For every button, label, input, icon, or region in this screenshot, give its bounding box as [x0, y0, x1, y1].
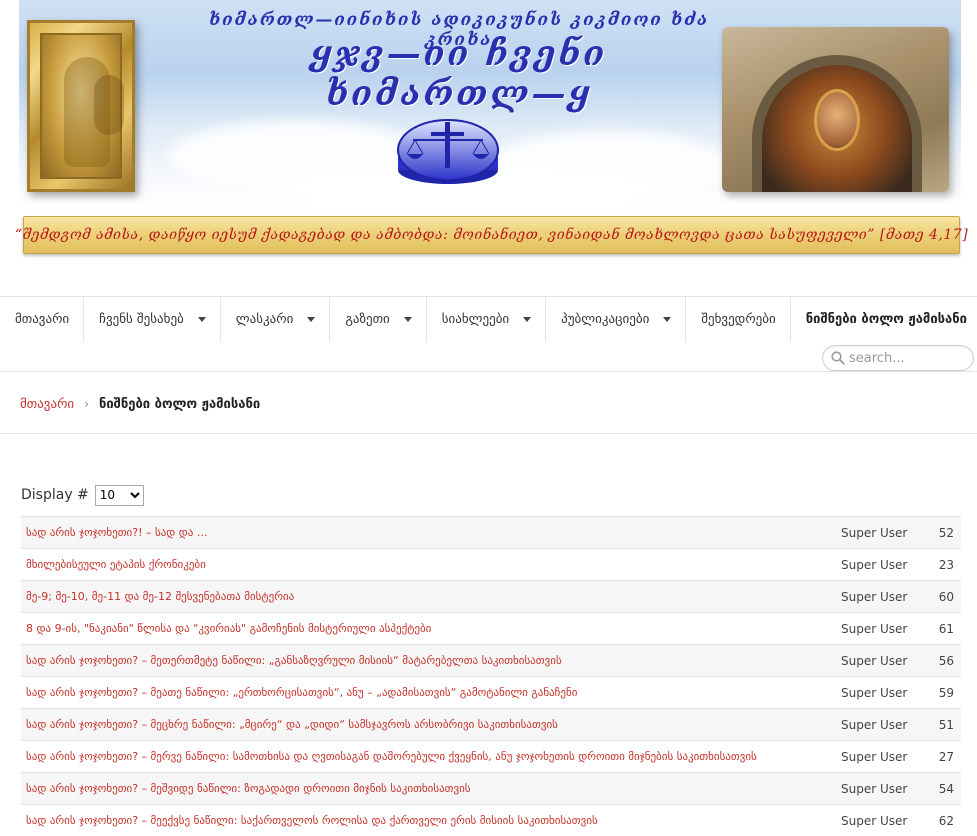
article-author: Super User: [841, 525, 908, 540]
display-count-control: Display # 10: [21, 484, 144, 506]
nav-menu: მთავარი ჩვენს შესახებ ლასკარი გაზეთი სია…: [0, 297, 977, 342]
article-title-link[interactable]: მხილებისეული ეტაპის ქრონიკები: [21, 558, 841, 571]
banner-title: ყჯვ—იი ჩვენი ხიმართლ—ყ: [239, 34, 679, 114]
article-title-link[interactable]: სად არის ჯოჯოხეთი?! – სად და ...: [21, 526, 841, 539]
nav-item-newspaper[interactable]: გაზეთი: [330, 297, 427, 342]
display-count-select[interactable]: 10: [94, 484, 144, 506]
nav-item-meetings[interactable]: შეხვედრები: [686, 297, 791, 342]
caret-down-icon: [197, 317, 206, 322]
nav-item-news[interactable]: სიახლეები: [427, 297, 547, 342]
article-hits: 52: [938, 525, 954, 540]
article-hits: 51: [938, 717, 954, 732]
nav-item-label: პუბლიკაციები: [561, 312, 650, 327]
search-input[interactable]: [849, 350, 959, 366]
list-item: სად არის ჯოჯოხეთი? – მეათე ნაწილი: „ერთხ…: [21, 676, 961, 708]
article-title-link[interactable]: სად არის ჯოჯოხეთი? – მერვე ნაწილი: სამოთ…: [21, 750, 841, 763]
article-hits: 54: [938, 781, 954, 796]
breadcrumb: მთავარი › ნიშნები ბოლო ჟამისანი: [20, 394, 260, 414]
caret-down-icon: [307, 317, 316, 322]
article-author: Super User: [841, 557, 908, 572]
display-count-label: Display #: [21, 487, 89, 503]
article-title-link[interactable]: მე-9; მე-10, მე-11 და მე-12 შესვენებათა …: [21, 590, 841, 603]
article-hits: 59: [938, 685, 954, 700]
caret-down-icon: [663, 317, 672, 322]
article-title-link[interactable]: სად არის ჯოჯოხეთი? – მეათე ნაწილი: „ერთხ…: [21, 686, 841, 699]
breadcrumb-current: ნიშნები ბოლო ჟამისანი: [98, 396, 261, 412]
scales-cross-emblem-icon: [397, 119, 499, 184]
scripture-quote-banner: “შემდგომ ამისა, დაიწყო იესუმ ქადაგებად დ…: [15, 216, 968, 254]
list-item: მხილებისეული ეტაპის ქრონიკები Super User…: [21, 548, 961, 580]
chevron-right-icon: ›: [84, 397, 89, 411]
article-author: Super User: [841, 813, 908, 828]
breadcrumb-home-link[interactable]: მთავარი: [20, 397, 74, 412]
nav-item-label: ჩვენს შესახებ: [99, 312, 184, 327]
article-author: Super User: [841, 653, 908, 668]
nav-item-label: ლასკარი: [235, 312, 294, 327]
christ-fresco-image: [722, 27, 949, 192]
nav-item-label: გაზეთი: [345, 312, 390, 327]
scripture-quote-text: “შემდგომ ამისა, დაიწყო იესუმ ქადაგებად დ…: [14, 227, 969, 243]
nav-item-label: შეხვედრები: [701, 312, 776, 327]
site-banner[interactable]: ხიმართლ—იინიხის ადიკიკუნის კიკმიოი ხძა კ…: [19, 0, 961, 207]
list-item: სად არის ჯოჯოხეთი? – მეცხრე ნაწილი: „მცი…: [21, 708, 961, 740]
list-item: სად არის ჯოჯოხეთი? – მეექვსე ნაწილი: საქ…: [21, 804, 961, 836]
caret-down-icon: [403, 317, 412, 322]
nav-item-end-times-signs[interactable]: ნიშნები ბოლო ჟამისანი: [791, 297, 977, 342]
article-title-link[interactable]: სად არის ჯოჯოხეთი? – მეშვიდე ნაწილი: ზოგ…: [21, 782, 841, 795]
article-hits: 23: [938, 557, 954, 572]
nav-item-home[interactable]: მთავარი: [0, 297, 85, 342]
article-author: Super User: [841, 717, 908, 732]
article-title-link[interactable]: სად არის ჯოჯოხეთი? – მეცხრე ნაწილი: „მცი…: [21, 718, 841, 731]
article-author: Super User: [841, 589, 908, 604]
article-author: Super User: [841, 781, 908, 796]
article-list: სად არის ჯოჯოხეთი?! – სად და ... Super U…: [21, 516, 961, 836]
nav-item-publications[interactable]: პუბლიკაციები: [546, 297, 687, 342]
nav-item-label: მთავარი: [15, 312, 70, 327]
divider: [0, 433, 977, 434]
list-item: სად არის ჯოჯოხეთი?! – სად და ... Super U…: [21, 516, 961, 548]
article-hits: 61: [938, 621, 954, 636]
search-box[interactable]: [822, 345, 974, 371]
nav-item-label: სიახლეები: [441, 312, 510, 327]
article-hits: 27: [938, 749, 954, 764]
search-icon: [831, 351, 845, 365]
caret-down-icon: [523, 317, 532, 322]
banner-title-line: ხიმართლ—ყ: [325, 74, 593, 114]
list-item: სად არის ჯოჯოხეთი? – მერვე ნაწილი: სამოთ…: [21, 740, 961, 772]
article-author: Super User: [841, 621, 908, 636]
article-hits: 56: [938, 653, 954, 668]
article-author: Super User: [841, 749, 908, 764]
list-item: 8 და 9-ის, "ნაკიანი" წლისა და "კვირიას" …: [21, 612, 961, 644]
main-navigation: მთავარი ჩვენს შესახებ ლასკარი გაზეთი სია…: [0, 296, 977, 372]
article-title-link[interactable]: 8 და 9-ის, "ნაკიანი" წლისა და "კვირიას" …: [21, 622, 841, 635]
nav-item-about[interactable]: ჩვენს შესახებ: [84, 297, 221, 342]
list-item: მე-9; მე-10, მე-11 და მე-12 შესვენებათა …: [21, 580, 961, 612]
list-item: სად არის ჯოჯოხეთი? – მეშვიდე ნაწილი: ზოგ…: [21, 772, 961, 804]
nav-item-laskari[interactable]: ლასკარი: [221, 297, 331, 342]
article-title-link[interactable]: სად არის ჯოჯოხეთი? – მეთერთმეტე ნაწილი: …: [21, 654, 841, 667]
nav-item-label: ნიშნები ბოლო ჟამისანი: [805, 312, 967, 327]
article-title-link[interactable]: სად არის ჯოჯოხეთი? – მეექვსე ნაწილი: საქ…: [21, 814, 841, 827]
article-hits: 62: [938, 813, 954, 828]
article-hits: 60: [938, 589, 954, 604]
madonna-icon-image: [27, 20, 135, 192]
list-item: სად არის ჯოჯოხეთი? – მეთერთმეტე ნაწილი: …: [21, 644, 961, 676]
article-author: Super User: [841, 685, 908, 700]
banner-title-line: ყჯვ—იი ჩვენი: [310, 34, 608, 74]
